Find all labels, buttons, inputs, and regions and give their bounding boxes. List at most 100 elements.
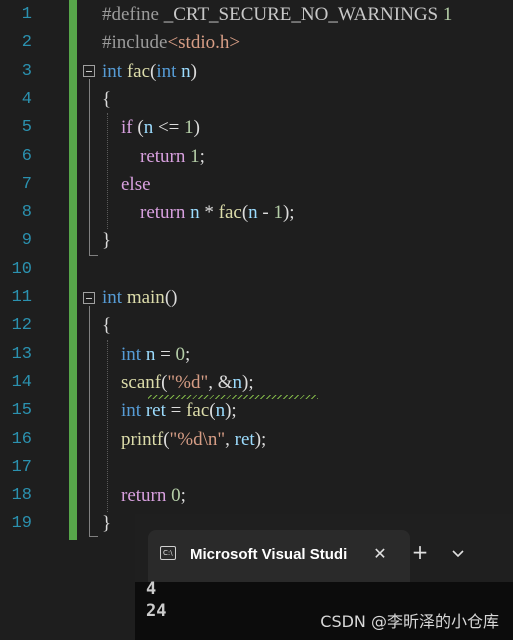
line-number: 15 [11,401,32,421]
code-line[interactable]: 14 scanf("%d", &n); [0,369,513,397]
code-text: } [102,510,111,538]
code-line[interactable]: 4{ [0,86,513,114]
code-text: return 0; [102,482,186,510]
line-number: 16 [11,429,32,449]
line-number: 4 [21,89,32,109]
code-token: ); [225,400,237,422]
line-number: 19 [11,514,32,534]
code-token: else [121,173,151,195]
code-line[interactable]: 17 [0,454,513,482]
code-line[interactable]: 15 int ret = fac(n); [0,397,513,425]
watermark: CSDN @李昕泽的小仓库 [320,612,499,631]
code-line[interactable]: 5 if (n <= 1) [0,114,513,142]
code-token: n [232,371,243,393]
line-number: 9 [21,231,32,251]
code-token: scanf [121,371,162,393]
code-token: 1 [273,202,283,224]
code-token: ); [254,428,267,450]
code-line[interactable]: 11 int main() [0,284,513,312]
code-token: { [102,315,112,337]
code-token: , [225,428,235,450]
code-text: return 1; [102,143,205,171]
close-tab-icon[interactable]: ✕ [370,543,390,565]
new-tab-button[interactable]: + [409,542,431,564]
line-number: 6 [21,146,32,166]
code-text: return n * fac(n - 1); [102,199,295,227]
code-token: n [145,343,156,365]
code-token: ; [185,343,191,365]
code-token: 1 [184,117,194,139]
code-token: main [126,287,165,308]
code-line[interactable]: 10 [0,256,513,284]
code-token: 1 [190,145,200,167]
code-token: ) [193,117,200,139]
code-text: int ret = fac(n); [102,397,237,425]
code-line[interactable]: 2 #include<stdio.h> [0,29,513,57]
line-number: 8 [21,203,32,223]
code-text: int n = 0; [102,341,190,369]
code-token: ) [190,60,197,82]
output-line: 24 [146,601,167,621]
code-line[interactable]: 12 { [0,312,513,340]
line-number: 18 [11,486,32,506]
code-text: { [102,86,111,114]
code-token: ( [132,117,144,139]
code-token: 1 [438,4,453,25]
code-line[interactable]: 8 return n * fac(n - 1); [0,199,513,227]
code-token: return [140,202,186,224]
line-number: 11 [11,288,32,307]
code-line[interactable]: 6 return 1; [0,143,513,171]
code-line[interactable]: 9} [0,227,513,255]
code-token: n [190,202,200,224]
code-line[interactable]: 13 int n = 0; [0,341,513,369]
code-token: ); [242,371,254,393]
terminal-output: 4 24 [146,578,166,622]
line-number: 17 [11,457,32,477]
line-number: 10 [11,259,32,279]
terminal-tab-bar: C:\ Microsoft Visual Studi ✕ + [135,514,513,582]
code-text: scanf("%d", &n); [102,369,254,397]
output-line: 4 [146,579,157,599]
code-line[interactable]: 7 else [0,171,513,199]
line-number: 12 [11,316,32,336]
code-token: ; [180,485,186,507]
code-token: ret [145,400,166,422]
terminal-icon: C:\ [160,546,176,560]
code-token: int [102,287,123,308]
code-token: } [102,230,112,252]
chevron-down-icon[interactable] [447,542,469,564]
code-token: , & [208,371,233,393]
code-token: int [121,343,142,365]
code-line[interactable]: 16 printf("%d\n", ret); [0,426,513,454]
code-text: { [102,312,111,340]
code-token: int [121,400,142,422]
code-token: return [121,485,167,507]
code-token: "%d\n" [169,428,226,450]
code-token: printf [121,428,164,450]
code-line[interactable]: 18 return 0; [0,482,513,510]
terminal-tab[interactable]: C:\ Microsoft Visual Studi ✕ [148,530,410,582]
code-token: int [102,60,123,82]
code-text: printf("%d\n", ret); [102,426,266,454]
code-line[interactable]: 1 #define _CRT_SECURE_NO_WARNINGS 1 [0,1,513,29]
code-token: n [215,400,226,422]
code-token: * [199,202,219,224]
code-line[interactable]: 3 int fac(int n) [0,58,513,86]
code-token: fac [126,60,151,82]
terminal-tab-title: Microsoft Visual Studi [190,546,348,563]
code-token: "%d" [167,371,209,393]
code-token: ; [199,145,205,167]
code-token: int [156,60,177,82]
code-token: n [143,117,154,139]
code-token: - [257,202,274,224]
code-token: return [140,145,186,167]
code-text: else [102,171,151,199]
